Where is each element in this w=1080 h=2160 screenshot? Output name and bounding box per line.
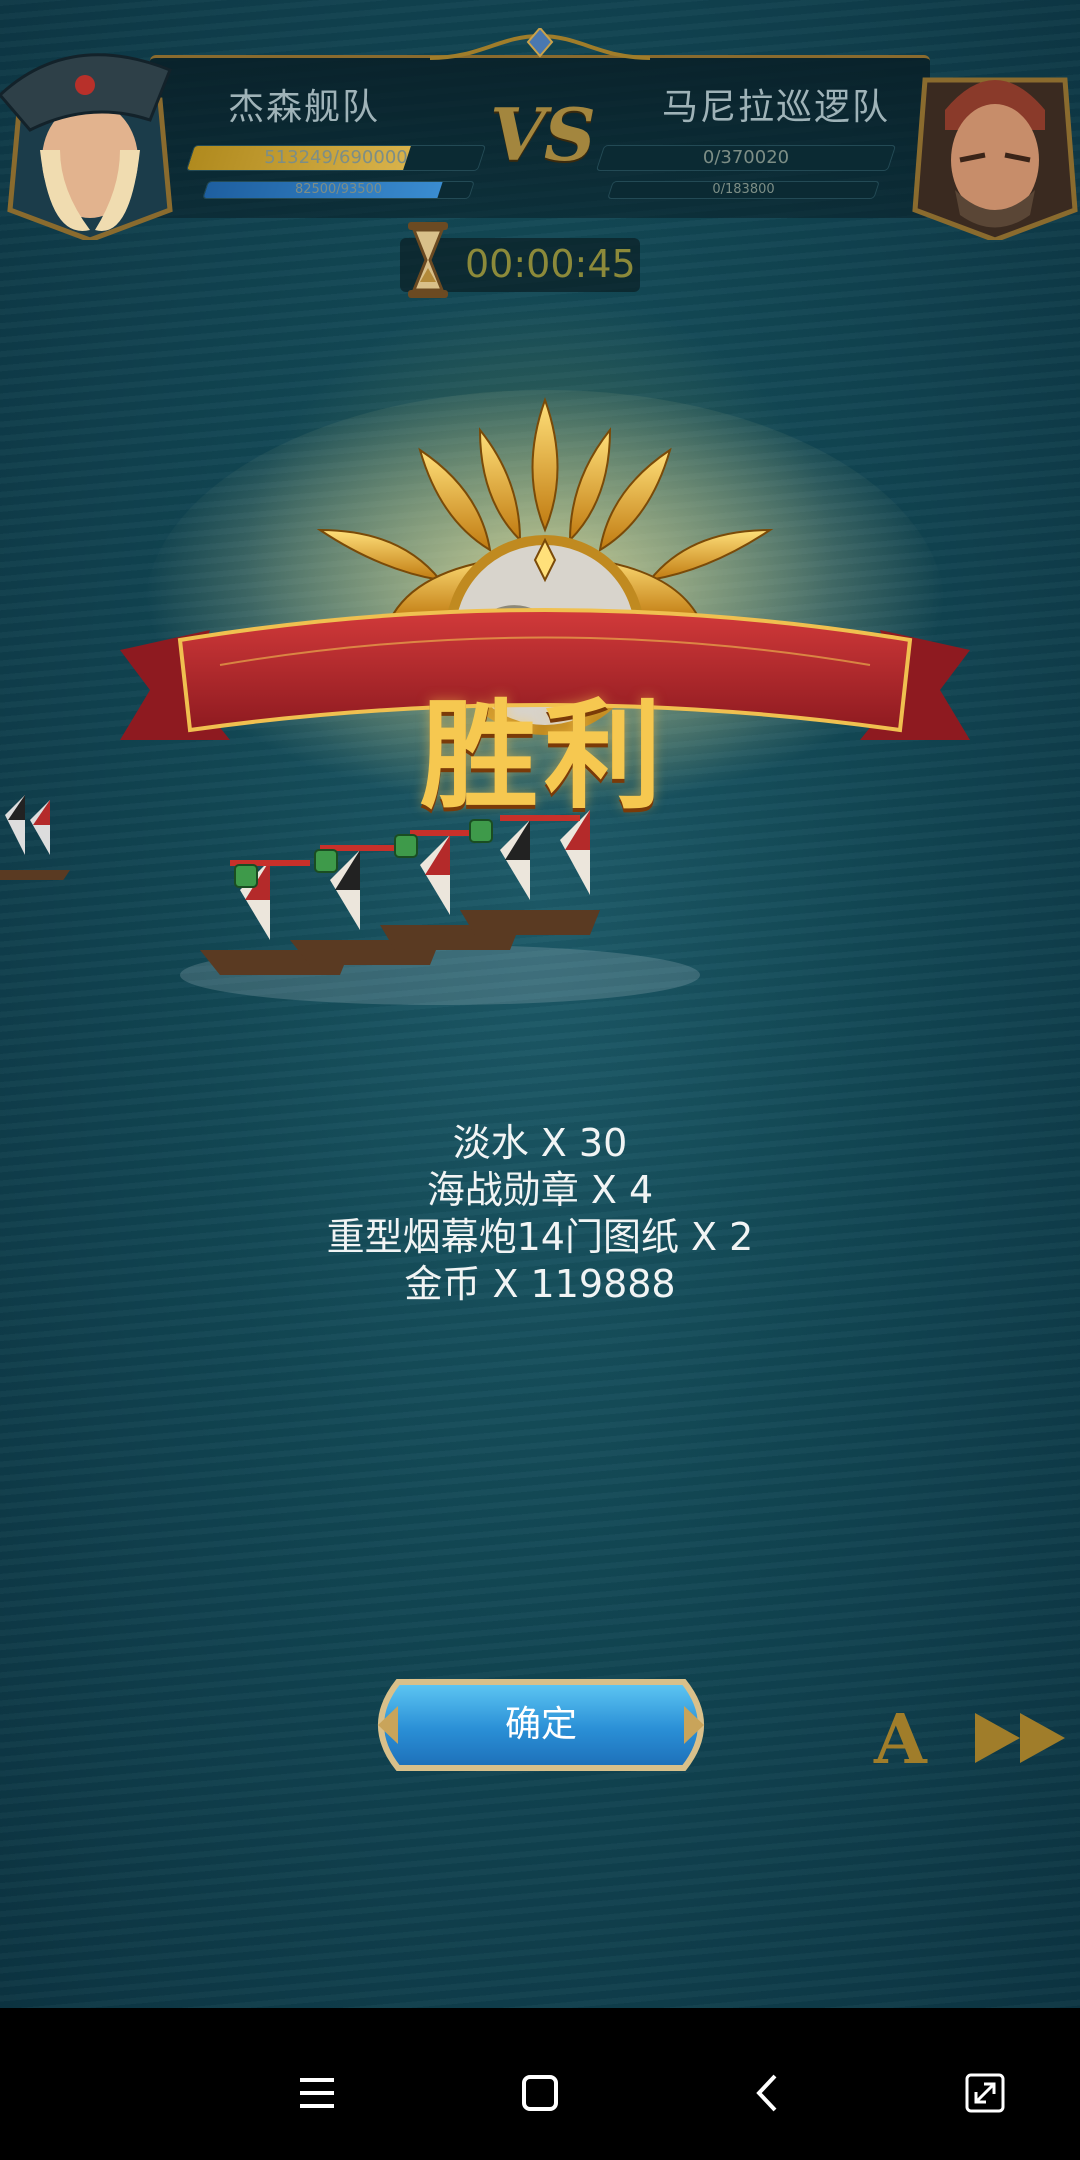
back-icon[interactable] [745, 2070, 791, 2116]
right-hp-text: 0/370020 [702, 147, 790, 168]
menu-icon[interactable] [294, 2070, 340, 2116]
right-hp-bar: 0/370020 [595, 145, 897, 171]
confirm-button[interactable]: 确定 [358, 1676, 724, 1774]
victory-title: 胜利 [420, 686, 669, 825]
right-team-name: 马尼拉巡逻队 [662, 87, 891, 128]
left-hp-text: 513249/690000 [264, 147, 408, 168]
right-captain-portrait [912, 77, 1078, 240]
reward-item: 淡水 X 30 [452, 1121, 628, 1165]
battle-timer: 00:00:45 [465, 242, 636, 286]
left-sub-bar: 82500/93500 [202, 181, 475, 199]
right-sub-text: 0/183800 [712, 182, 775, 197]
reward-item: 海战勋章 X 4 [426, 1168, 654, 1212]
left-team-name: 杰森舰队 [228, 87, 381, 128]
reward-item: 重型烟幕炮14门图纸 X 2 [326, 1215, 754, 1259]
left-captain-portrait [0, 53, 173, 240]
hourglass-icon [408, 222, 448, 298]
right-sub-bar: 0/183800 [607, 181, 880, 199]
rotate-icon[interactable] [962, 2070, 1008, 2116]
vs-label: VS [490, 92, 596, 177]
battle-scene: 杰森舰队 VS 马尼拉巡逻队 513249/690000 82500/93500… [0, 0, 1080, 2008]
auto-battle-button[interactable]: A [874, 1700, 927, 1780]
home-icon[interactable] [517, 2070, 563, 2116]
left-hp-bar: 513249/690000 [185, 145, 487, 171]
reward-list: 淡水 X 30 海战勋章 X 4 重型烟幕炮14门图纸 X 2 金币 X 119… [0, 1120, 1080, 1308]
fast-forward-icon[interactable] [970, 1708, 1070, 1768]
left-sub-text: 82500/93500 [294, 182, 383, 197]
header-crest [429, 28, 651, 60]
reward-item: 金币 X 119888 [404, 1262, 676, 1306]
